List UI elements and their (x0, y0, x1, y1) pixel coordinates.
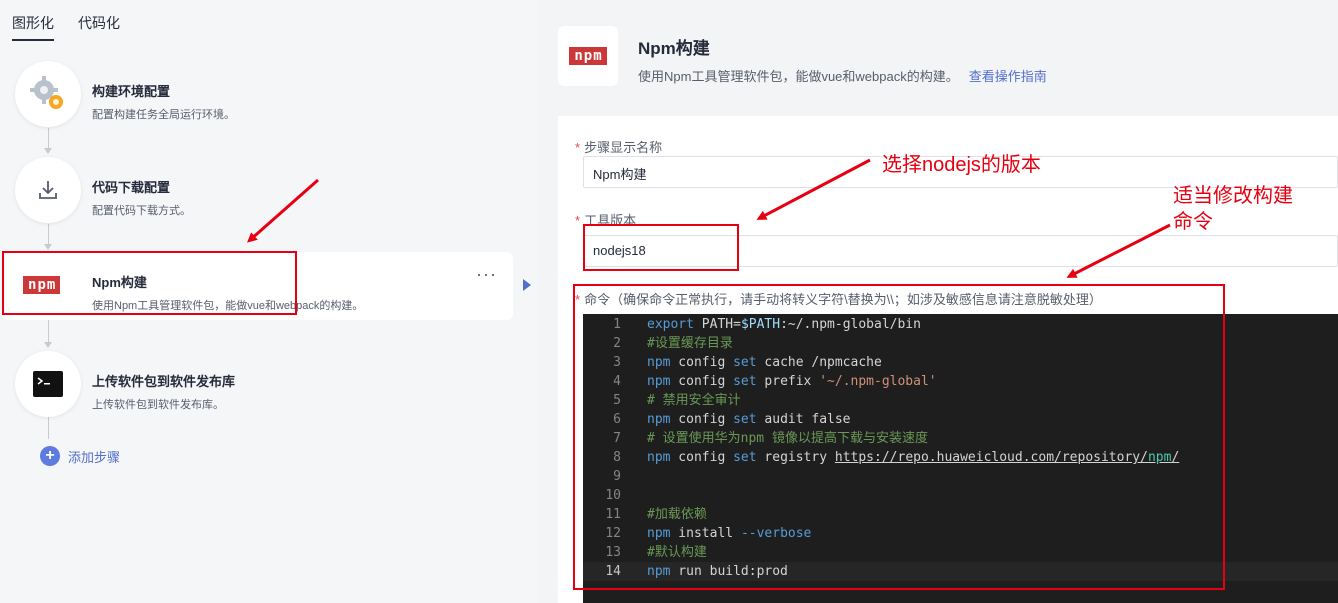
highlight-command-box (573, 284, 1225, 590)
step-desc: 上传软件包到软件发布库。 (92, 399, 224, 411)
step-title: 代码下载配置 (92, 180, 171, 195)
plugin-desc-text: 使用Npm工具管理软件包，能做vue和webpack的构建。 (638, 69, 959, 84)
npm-logo-letter: n (574, 48, 583, 64)
step-title: 上传软件包到软件发布库 (92, 374, 236, 389)
annotation-nodejs-note: 选择nodejs的版本 (882, 154, 1041, 176)
collapse-panel-icon[interactable] (523, 279, 531, 291)
required-mark: * (575, 213, 581, 228)
download-icon (15, 157, 81, 223)
plus-icon: + (40, 446, 60, 466)
tab-graphical[interactable]: 图形化 (12, 13, 54, 41)
step-upload-package[interactable]: 上传软件包到软件发布库 上传软件包到软件发布库。 (0, 351, 513, 419)
label-text: 步骤显示名称 (584, 140, 663, 155)
more-options-icon[interactable]: ··· (476, 264, 497, 285)
tab-code[interactable]: 代码化 (78, 13, 120, 41)
step-code-download[interactable]: 代码下载配置 配置代码下载方式。 (0, 157, 513, 225)
highlight-tool-version-box (583, 224, 739, 271)
view-tabs: 图形化 代码化 (12, 13, 120, 41)
connector-arrow-icon (44, 244, 52, 250)
connector-arrow-icon (44, 148, 52, 154)
step-connector (48, 417, 49, 439)
step-connector (48, 128, 49, 150)
annotation-command-note-line1: 适当修改构建 (1173, 185, 1293, 207)
plugin-description: 使用Npm工具管理软件包，能做vue和webpack的构建。 查看操作指南 (638, 66, 1047, 85)
step-desc: 配置构建任务全局运行环境。 (92, 109, 235, 121)
highlight-npm-step-box (2, 251, 297, 315)
step-connector (48, 224, 49, 246)
step-build-env[interactable]: 构建环境配置 配置构建任务全局运行环境。 (0, 61, 513, 129)
connector-arrow-icon (44, 342, 52, 348)
npm-logo-letter: m (593, 48, 602, 64)
add-step-label: 添加步骤 (68, 449, 121, 465)
required-mark: * (575, 140, 581, 155)
annotation-command-note-line2: 命令 (1173, 211, 1213, 233)
step-connector (48, 320, 49, 342)
operation-guide-link[interactable]: 查看操作指南 (969, 69, 1047, 84)
gears-icon (15, 61, 81, 127)
step-name-label: * 步骤显示名称 (575, 137, 662, 156)
step-title: 构建环境配置 (92, 84, 171, 99)
plugin-title: Npm构建 (638, 39, 710, 58)
npm-plugin-logo-icon: npm (558, 26, 618, 86)
add-step-button[interactable]: + 添加步骤 (40, 446, 120, 466)
npm-logo-letter: p (583, 48, 593, 64)
terminal-icon (15, 351, 81, 417)
step-desc: 配置代码下载方式。 (92, 205, 191, 217)
